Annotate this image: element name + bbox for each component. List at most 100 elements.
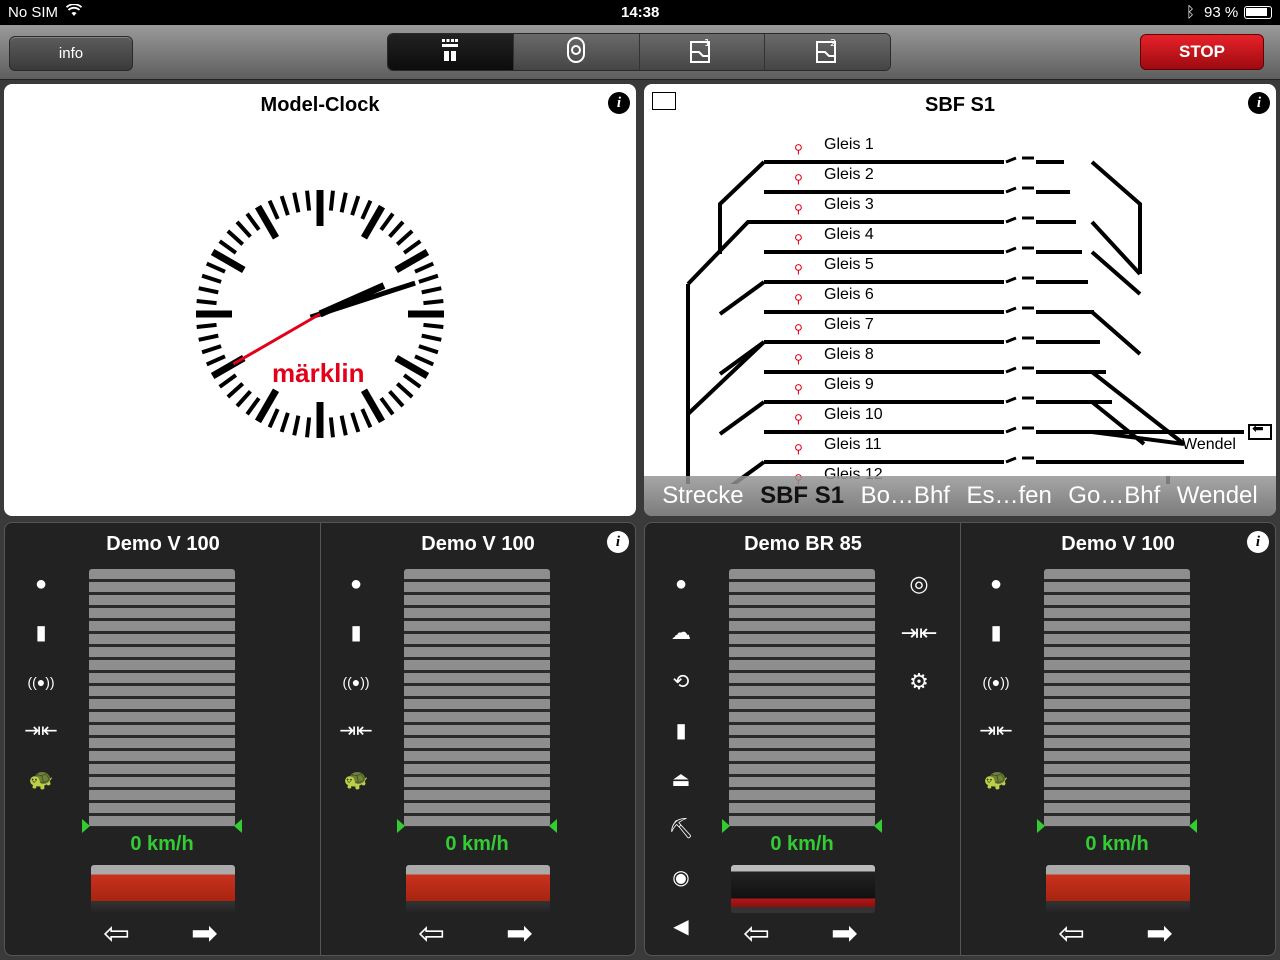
slider-min-marker: [722, 819, 730, 833]
smoke-icon[interactable]: ☁: [661, 618, 701, 648]
weight-icon[interactable]: ⏏: [661, 765, 701, 795]
track-diagram: [686, 156, 1244, 484]
direction-right-arrow[interactable]: ➡: [831, 917, 858, 949]
controllers-panel-left: i Demo V 100 ● ▮ ((●)) ⇥⇤ 🐢 0 km/h ⇦ ➡ Demo V 10…: [4, 522, 636, 956]
signal-icon[interactable]: ⚲: [794, 322, 803, 336]
signal-icon[interactable]: ⚲: [794, 262, 803, 276]
carrier-label: No SIM: [8, 4, 59, 21]
light-icon[interactable]: ●: [336, 569, 376, 599]
track-label[interactable]: Gleis 8: [824, 346, 874, 364]
slider-max-marker: [234, 819, 242, 833]
tab-es-fen[interactable]: Es…fen: [966, 482, 1051, 510]
clock-face: märklin: [196, 190, 444, 438]
track-label[interactable]: Gleis 9: [824, 376, 874, 394]
door-icon[interactable]: ▮: [661, 716, 701, 746]
light-icon[interactable]: ●: [976, 569, 1016, 599]
stop-button[interactable]: STOP: [1140, 34, 1264, 70]
loco-image[interactable]: [91, 865, 235, 913]
slider-max-marker: [874, 819, 882, 833]
layout-tab-bar: Strecke SBF S1 Bo…Bhf Es…fen Go…Bhf Wend…: [644, 476, 1276, 516]
tab-wendel[interactable]: Wendel: [1177, 482, 1258, 510]
whistle-icon[interactable]: ◎: [899, 569, 939, 599]
slider-min-marker: [1037, 819, 1045, 833]
info-icon[interactable]: i: [1248, 92, 1270, 114]
track-label[interactable]: Gleis 10: [824, 406, 883, 424]
signal-icon[interactable]: ⚲: [794, 352, 803, 366]
signal-icon[interactable]: ⚲: [794, 382, 803, 396]
horn-icon[interactable]: ((●)): [976, 667, 1016, 697]
signal-icon[interactable]: ⚲: [794, 232, 803, 246]
horn-icon[interactable]: ((●)): [336, 667, 376, 697]
direction-right-arrow[interactable]: ➡: [506, 917, 533, 949]
direction-left-arrow[interactable]: ⇦: [103, 917, 130, 949]
exit-arrow-icon[interactable]: ⬅: [1248, 420, 1272, 440]
door-icon[interactable]: ▮: [976, 618, 1016, 648]
info-icon[interactable]: i: [608, 92, 630, 114]
tab-bo-bhf[interactable]: Bo…Bhf: [861, 482, 950, 510]
track-label[interactable]: Gleis 3: [824, 196, 874, 214]
status-bar: No SIM 14:38 ᛒ 93 %: [0, 0, 1280, 25]
generator-icon[interactable]: ⚙: [899, 667, 939, 697]
slider-min-marker: [397, 819, 405, 833]
coupler-sound-icon[interactable]: ⇥⇤: [899, 618, 939, 648]
speed-slider[interactable]: [404, 569, 550, 827]
svg-text:1: 1: [704, 38, 710, 49]
horn-icon[interactable]: ((●)): [21, 667, 61, 697]
tab-go-bhf[interactable]: Go…Bhf: [1068, 482, 1160, 510]
info-button[interactable]: info: [9, 36, 133, 71]
loco-image[interactable]: [1046, 865, 1190, 913]
tab-strecke[interactable]: Strecke: [662, 482, 743, 510]
coupler-icon[interactable]: ⇥⇤: [21, 716, 61, 746]
grid-view-tab[interactable]: [388, 34, 514, 70]
layout-2-tab[interactable]: 2: [765, 34, 890, 70]
signal-icon[interactable]: ⚲: [794, 442, 803, 456]
direction-right-arrow[interactable]: ➡: [191, 917, 218, 949]
controller-view-tab[interactable]: [513, 34, 640, 70]
signal-icon[interactable]: ⚲: [794, 172, 803, 186]
speed-readout: 0 km/h: [130, 833, 194, 855]
wendel-label: Wendel: [1182, 436, 1236, 453]
shovel-icon[interactable]: ⛏: [661, 814, 701, 844]
sound-icon[interactable]: ◀: [661, 912, 701, 942]
speed-slider[interactable]: [729, 569, 875, 827]
layout-1-tab[interactable]: 1: [639, 34, 766, 70]
coupler-icon[interactable]: ⇥⇤: [336, 716, 376, 746]
track-label[interactable]: Gleis 7: [824, 316, 874, 334]
speed-slider[interactable]: [1044, 569, 1190, 827]
track-label[interactable]: Gleis 4: [824, 226, 874, 244]
direction-right-arrow[interactable]: ➡: [1146, 917, 1173, 949]
door-icon[interactable]: ▮: [21, 618, 61, 648]
track-label[interactable]: Gleis 2: [824, 166, 874, 184]
turtle-icon[interactable]: 🐢: [336, 765, 376, 795]
light-icon[interactable]: ●: [661, 569, 701, 599]
tab-sbf-s1[interactable]: SBF S1: [760, 482, 844, 510]
signal-icon[interactable]: ⚲: [794, 142, 803, 156]
direction-left-arrow[interactable]: ⇦: [743, 917, 770, 949]
direction-left-arrow[interactable]: ⇦: [418, 917, 445, 949]
loco-controller: Demo V 100 ● ▮ ((●)) ⇥⇤ 🐢 0 km/h ⇦ ➡: [960, 523, 1275, 955]
door-icon[interactable]: ▮: [336, 618, 376, 648]
coupler-icon[interactable]: ⇥⇤: [976, 716, 1016, 746]
loco-image[interactable]: [406, 865, 550, 913]
view-segmented-control: 1 2: [387, 33, 891, 71]
light-icon[interactable]: ●: [21, 569, 61, 599]
track-label[interactable]: Gleis 5: [824, 256, 874, 274]
track-label[interactable]: Gleis 1: [824, 136, 874, 154]
loco-image[interactable]: [731, 865, 875, 913]
loco-name: Demo V 100: [421, 533, 535, 555]
turtle-icon[interactable]: 🐢: [21, 765, 61, 795]
track-label[interactable]: Gleis 6: [824, 286, 874, 304]
signal-icon[interactable]: ⚲: [794, 292, 803, 306]
layout-edit-icon[interactable]: [652, 92, 676, 110]
panel-title: SBF S1: [924, 94, 996, 116]
signal-icon[interactable]: ⚲: [794, 412, 803, 426]
bluetooth-icon: ᛒ: [1186, 4, 1196, 21]
direction-left-arrow[interactable]: ⇦: [1058, 917, 1085, 949]
track-label[interactable]: Gleis 11: [824, 436, 882, 454]
signal-icon[interactable]: ⚲: [794, 202, 803, 216]
shunting-icon[interactable]: ⟲: [661, 667, 701, 697]
marklin-logo: märklin: [272, 358, 365, 388]
turtle-icon[interactable]: 🐢: [976, 765, 1016, 795]
speed-slider[interactable]: [89, 569, 235, 827]
bell-icon[interactable]: ◉: [661, 863, 701, 893]
